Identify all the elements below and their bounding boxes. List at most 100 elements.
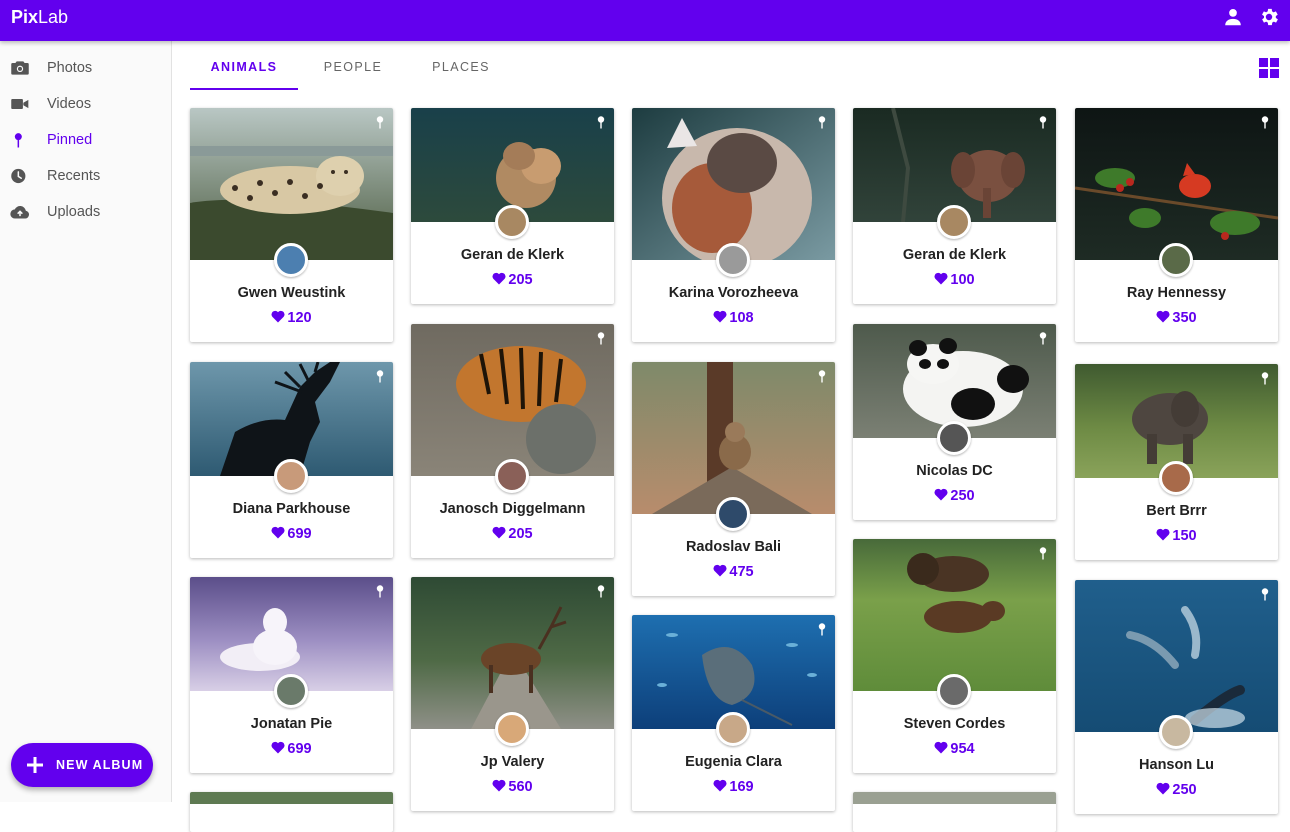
avatar [937, 674, 971, 708]
owner-name: Jonatan Pie [250, 716, 333, 732]
owner-name: Janosch Diggelmann [439, 501, 586, 517]
sidebar-item-recents[interactable]: Recents [0, 159, 170, 193]
photo-card[interactable]: Steven Cordes 954 [853, 539, 1056, 773]
pin-icon[interactable] [1261, 588, 1269, 601]
heart-icon [934, 741, 948, 754]
sidebar-item-label: Photos [47, 60, 93, 76]
photo-card-partial[interactable] [190, 792, 393, 832]
brand-bold: Pix [11, 7, 39, 27]
pin-icon[interactable] [1261, 116, 1269, 129]
photo-card[interactable]: Karina Vorozheeva 108 [632, 108, 835, 342]
tab-people[interactable]: PEOPLE [308, 48, 398, 90]
owner-name: Geran de Klerk [460, 247, 565, 263]
pin-icon[interactable] [818, 623, 826, 636]
heart-icon [934, 272, 948, 285]
photo-card[interactable]: Janosch Diggelmann 205 [411, 324, 614, 558]
photo-card[interactable]: Diana Parkhouse 699 [190, 362, 393, 558]
avatar [937, 205, 971, 239]
photo-card[interactable]: Ray Hennessy 350 [1075, 108, 1278, 342]
sidebar-item-uploads[interactable]: Uploads [0, 195, 170, 229]
grid-view-icon[interactable] [1259, 58, 1279, 78]
owner-name: Nicolas DC [916, 463, 993, 479]
photo-cardinal [1075, 108, 1278, 260]
sidebar-item-pinned[interactable]: Pinned [0, 123, 170, 157]
settings-icon[interactable] [1258, 6, 1280, 28]
like-count[interactable]: 250 [853, 488, 1056, 504]
like-count[interactable]: 205 [411, 272, 614, 288]
owner-name: Steven Cordes [903, 716, 1006, 732]
avatar [1159, 715, 1193, 749]
like-count[interactable]: 350 [1075, 310, 1278, 326]
photo-card[interactable]: Bert Brrr 150 [1075, 364, 1278, 560]
like-count[interactable]: 699 [190, 741, 393, 757]
photo-card[interactable]: Nicolas DC 250 [853, 324, 1056, 520]
tab-animals[interactable]: ANIMALS [190, 48, 298, 90]
like-count[interactable]: 560 [411, 779, 614, 795]
pin-icon[interactable] [597, 332, 605, 345]
heart-icon [934, 488, 948, 501]
owner-name: Bert Brrr [1146, 503, 1207, 519]
like-count[interactable]: 169 [632, 779, 835, 795]
app-logo[interactable]: PixLab [11, 6, 68, 28]
like-count[interactable]: 954 [853, 741, 1056, 757]
pin-icon[interactable] [376, 116, 384, 129]
pin-icon[interactable] [1039, 547, 1047, 560]
pin-icon[interactable] [597, 585, 605, 598]
photo-card-partial[interactable] [853, 792, 1056, 832]
owner-name: Jp Valery [480, 754, 545, 770]
cloud-upload-icon [10, 206, 30, 219]
avatar [716, 497, 750, 531]
avatar [716, 712, 750, 746]
sidebar-item-label: Pinned [47, 132, 93, 148]
like-count[interactable]: 100 [853, 272, 1056, 288]
sidebar-item-photos[interactable]: Photos [0, 51, 170, 85]
photo-card[interactable]: Gwen Weustink 120 [190, 108, 393, 342]
avatar [495, 459, 529, 493]
new-album-label: NEW ALBUM [56, 758, 144, 772]
like-count[interactable]: 250 [1075, 782, 1278, 798]
avatar [1159, 243, 1193, 277]
photo-card[interactable]: Radoslav Bali 475 [632, 362, 835, 596]
heart-icon [713, 310, 727, 323]
photo-card[interactable]: Jp Valery 560 [411, 577, 614, 811]
tab-places[interactable]: PLACES [418, 48, 504, 90]
like-count[interactable]: 120 [190, 310, 393, 326]
heart-icon [492, 779, 506, 792]
pin-icon[interactable] [1039, 332, 1047, 345]
heart-icon [1156, 782, 1170, 795]
pin-icon[interactable] [818, 370, 826, 383]
avatar [937, 421, 971, 455]
photo-tiger [411, 324, 614, 476]
pin-icon[interactable] [376, 585, 384, 598]
avatar [716, 243, 750, 277]
photo-monkey [632, 362, 835, 514]
pin-icon[interactable] [597, 116, 605, 129]
heart-icon [713, 779, 727, 792]
photo-card[interactable]: Hanson Lu 250 [1075, 580, 1278, 814]
like-count[interactable]: 475 [632, 564, 835, 580]
pin-icon[interactable] [376, 370, 384, 383]
photo-card[interactable]: Jonatan Pie 699 [190, 577, 393, 773]
videocam-icon [11, 99, 29, 109]
account-icon[interactable] [1222, 6, 1244, 28]
photo-bison-bear [853, 539, 1056, 691]
photo-card[interactable]: Eugenia Clara 169 [632, 615, 835, 811]
avatar [274, 243, 308, 277]
heart-icon [492, 272, 506, 285]
like-count[interactable]: 205 [411, 526, 614, 542]
pin-icon[interactable] [1261, 372, 1269, 385]
plus-icon [27, 757, 43, 773]
sidebar: Photos Videos Pinned Recents Uploads [0, 41, 172, 802]
like-count[interactable]: 108 [632, 310, 835, 326]
pin-icon[interactable] [1039, 116, 1047, 129]
brand-light: Lab [38, 7, 69, 27]
pin-icon [14, 133, 22, 148]
like-count[interactable]: 699 [190, 526, 393, 542]
photo-card[interactable]: Geran de Klerk 205 [411, 108, 614, 304]
pin-icon[interactable] [818, 116, 826, 129]
sidebar-item-videos[interactable]: Videos [0, 87, 170, 121]
new-album-button[interactable]: NEW ALBUM [11, 743, 153, 787]
heart-icon [1156, 528, 1170, 541]
like-count[interactable]: 150 [1075, 528, 1278, 544]
photo-card[interactable]: Geran de Klerk 100 [853, 108, 1056, 304]
